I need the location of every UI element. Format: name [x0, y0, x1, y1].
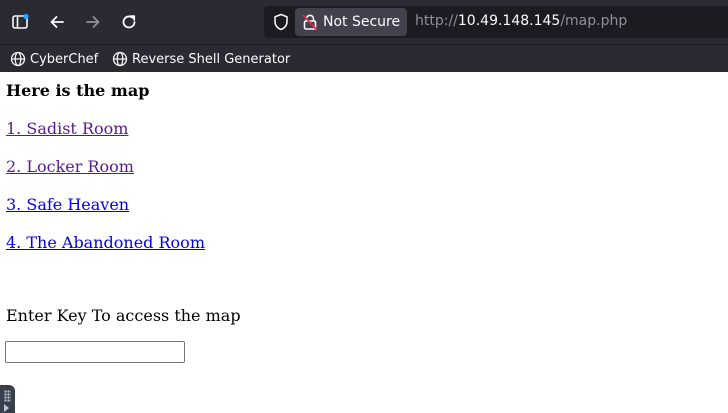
shield-icon[interactable] — [270, 11, 292, 33]
bookmarks-bar: CyberChef Reverse Shell Generator — [0, 44, 728, 72]
back-arrow-icon[interactable] — [45, 10, 69, 34]
bookmark-reverse-shell-generator[interactable]: Reverse Shell Generator — [112, 49, 290, 69]
page-heading: Here is the map — [6, 81, 150, 100]
bookmark-label: Reverse Shell Generator — [132, 51, 291, 67]
reload-icon[interactable] — [117, 10, 141, 34]
security-indicator[interactable]: Not Secure — [295, 8, 407, 36]
grip-icon — [4, 390, 11, 402]
key-prompt: Enter Key To access the map — [6, 306, 241, 325]
forward-arrow-icon[interactable] — [81, 10, 105, 34]
map-link-abandoned-room[interactable]: 4. The Abandoned Room — [6, 233, 205, 252]
globe-icon — [112, 51, 128, 67]
lock-icon — [302, 14, 318, 31]
page-content: Here is the map 1. Sadist Room 2. Locker… — [0, 72, 728, 413]
url-text[interactable]: http://10.49.148.145/map.php — [415, 13, 627, 29]
url-protocol: http:// — [415, 13, 458, 29]
bookmark-cyberchef[interactable]: CyberChef — [10, 49, 98, 69]
security-label: Not Secure — [323, 14, 401, 30]
globe-icon — [10, 51, 26, 67]
sidebar-icon[interactable] — [8, 10, 32, 34]
map-link-locker-room[interactable]: 2. Locker Room — [6, 157, 134, 176]
url-path: /map.php — [560, 13, 628, 29]
map-link-safe-heaven[interactable]: 3. Safe Heaven — [6, 195, 129, 214]
bookmark-label: CyberChef — [30, 51, 99, 67]
browser-toolbar: Not Secure http://10.49.148.145/map.php — [0, 0, 728, 44]
map-link-sadist-room[interactable]: 1. Sadist Room — [6, 119, 128, 138]
sidebar-toggle-handle[interactable] — [0, 385, 15, 413]
expand-arrow-icon — [4, 404, 9, 412]
url-host: 10.49.148.145 — [457, 13, 561, 29]
key-input[interactable] — [5, 341, 185, 363]
